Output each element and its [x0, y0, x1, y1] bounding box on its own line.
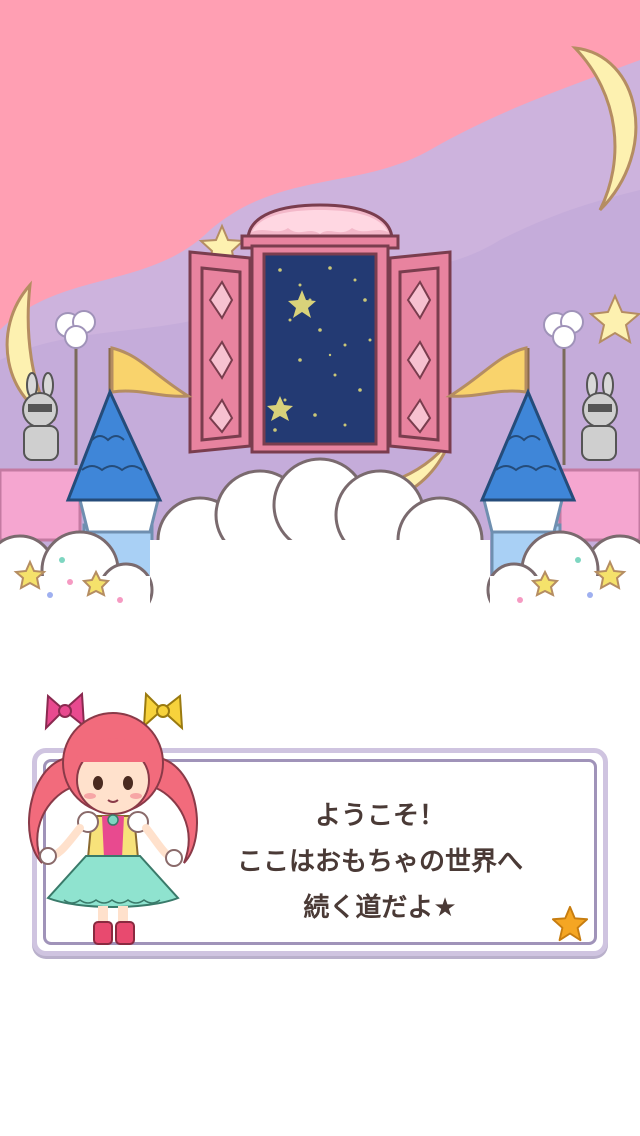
dialog-line: ここはおもちゃの世界へ	[236, 847, 523, 877]
castle-scene	[0, 0, 640, 612]
dialog-line: 続く道だよ★	[303, 893, 457, 923]
castle-wall	[0, 468, 82, 542]
star-icon[interactable]	[551, 905, 589, 943]
dialog-line: ようこそ！	[314, 801, 445, 831]
girl-guide-icon	[28, 691, 198, 945]
castle-wall	[558, 468, 640, 542]
dialog-text: ようこそ！ ここはおもちゃの世界へ 続く道だよ★	[187, 793, 573, 931]
